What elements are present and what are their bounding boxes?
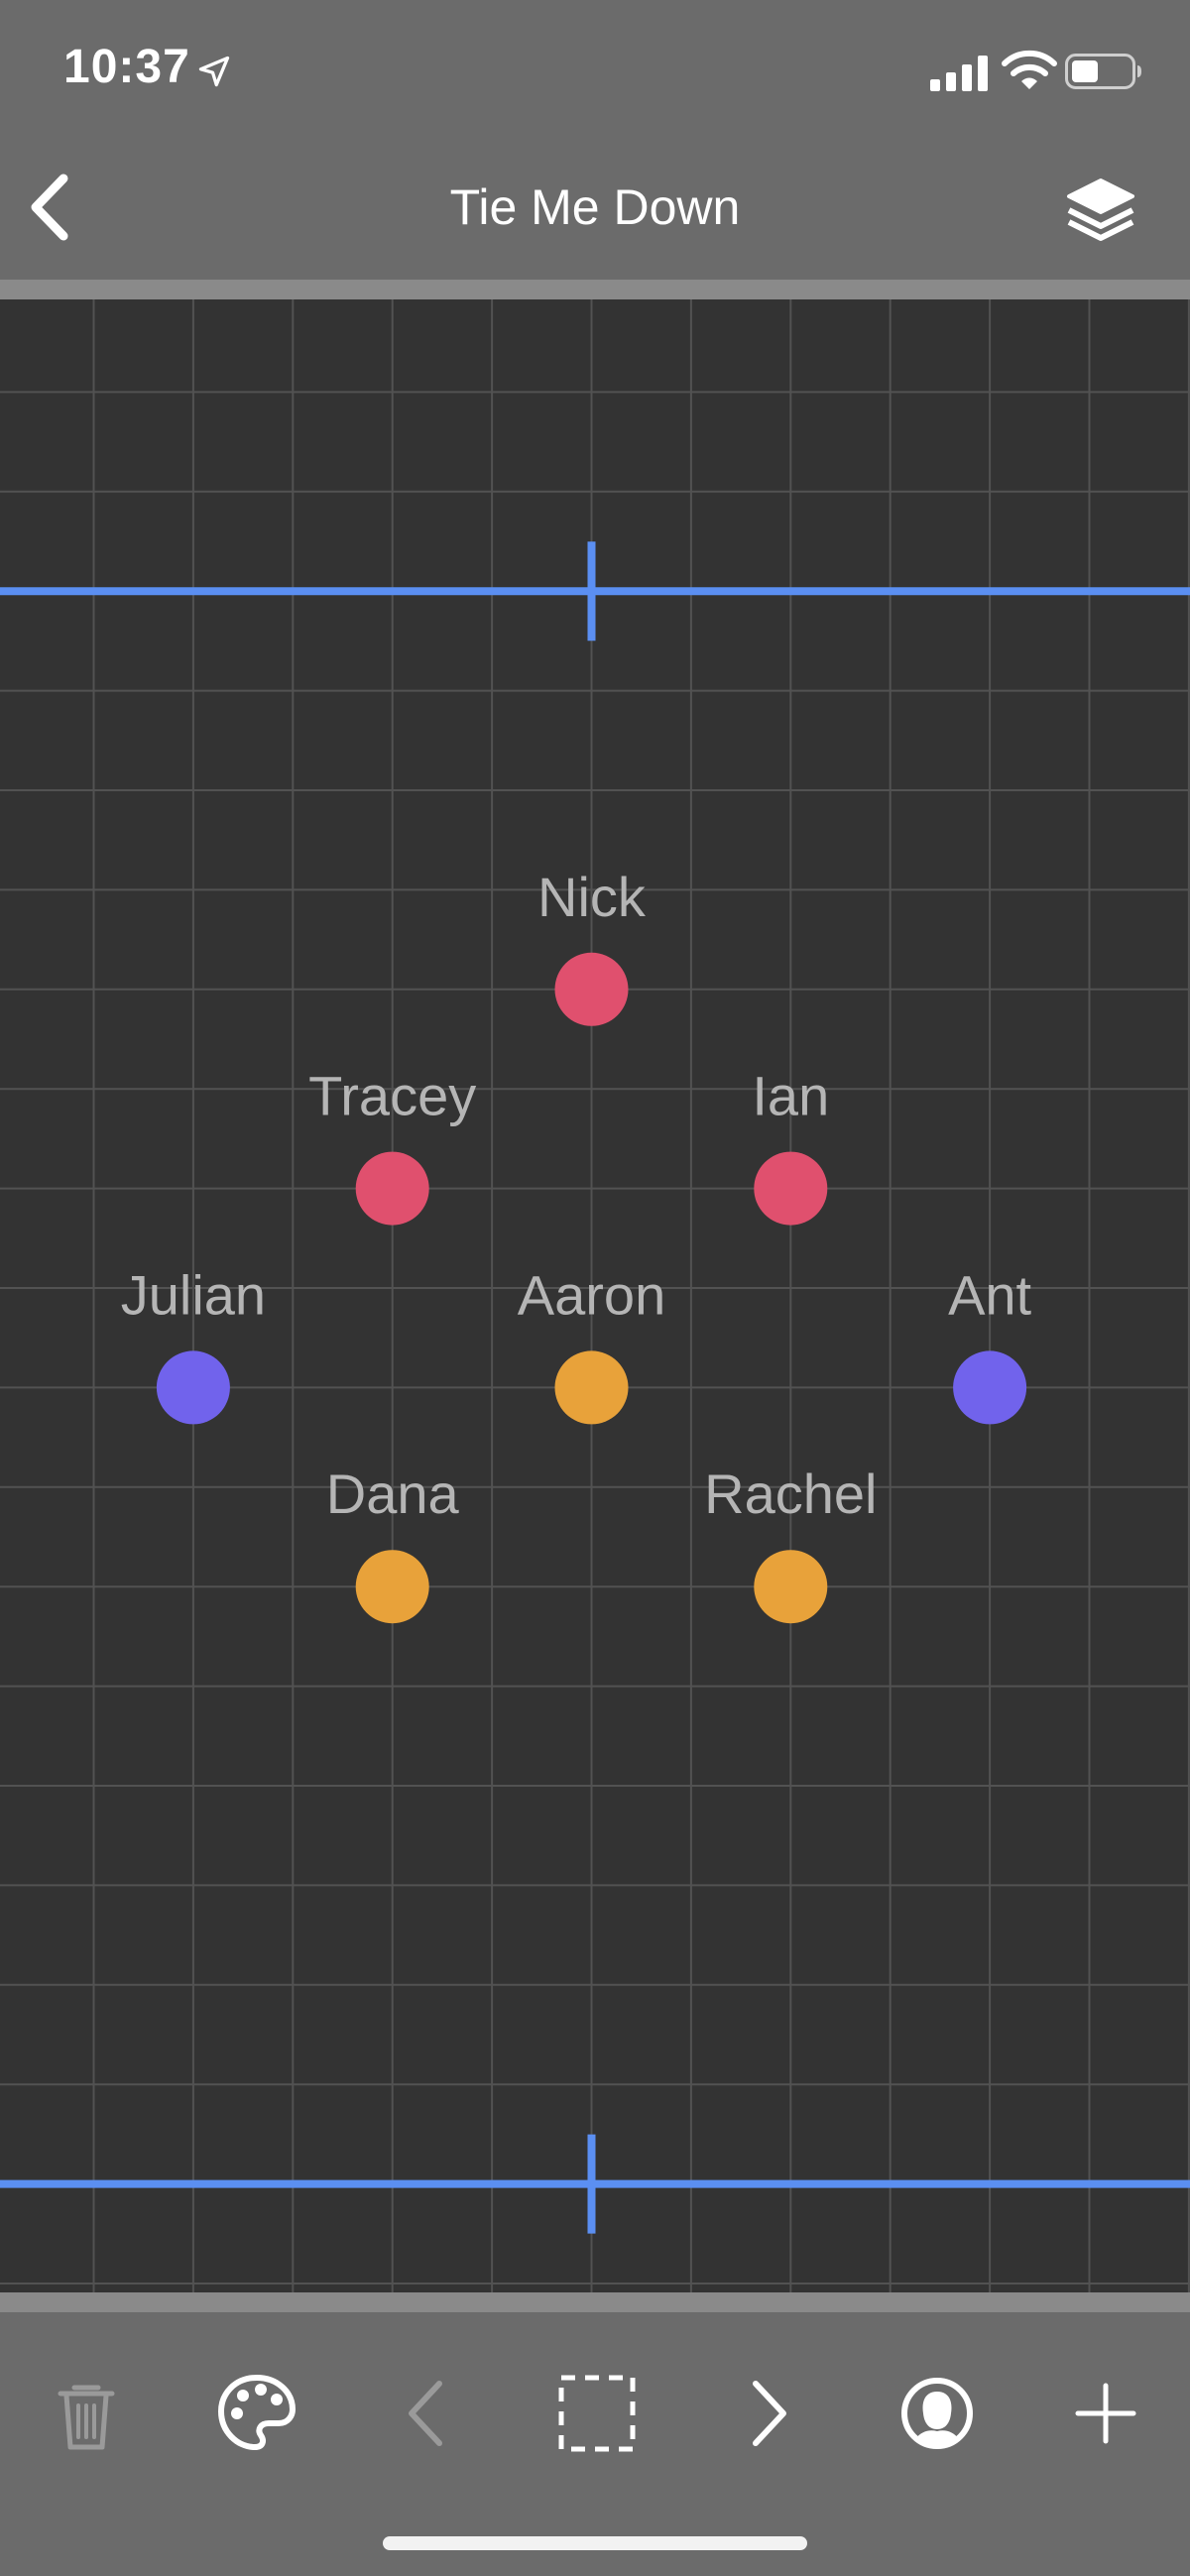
performer-dot[interactable] — [754, 1550, 828, 1624]
bottom-separator — [0, 2292, 1190, 2312]
previous-chevron-icon — [409, 2381, 442, 2446]
navigation-bar: Tie Me Down — [0, 139, 1190, 280]
top-separator — [0, 280, 1190, 299]
performer-label: Nick — [537, 866, 647, 928]
add-performer-button[interactable] — [1056, 2364, 1155, 2463]
status-bar: 10:37 — [0, 0, 1190, 139]
previous-formation-button[interactable] — [378, 2364, 477, 2463]
performer-dot[interactable] — [754, 1151, 828, 1226]
performer-face-icon — [901, 2378, 973, 2449]
trash-icon — [58, 2385, 115, 2450]
battery-icon — [1065, 54, 1141, 89]
layers-icon — [1067, 178, 1134, 241]
select-area-button[interactable] — [547, 2364, 647, 2463]
add-plus-icon — [1075, 2383, 1136, 2444]
performer-label: Julian — [121, 1263, 266, 1326]
page-title: Tie Me Down — [449, 179, 741, 235]
wifi-icon — [1002, 50, 1057, 89]
location-arrow-icon — [198, 56, 230, 87]
cellular-signal-icon — [930, 56, 988, 91]
selection-box-icon — [558, 2375, 636, 2452]
performer-label: Tracey — [308, 1065, 476, 1127]
performer-dot[interactable] — [554, 1350, 629, 1425]
performer-dot[interactable] — [554, 952, 629, 1026]
performer-dot[interactable] — [355, 1550, 429, 1624]
performers-button[interactable] — [888, 2364, 987, 2463]
performer-dot[interactable] — [355, 1151, 429, 1226]
status-time: 10:37 — [63, 41, 190, 93]
performer-label: Ant — [948, 1263, 1031, 1326]
performer-label: Ian — [752, 1065, 829, 1127]
stage-grid[interactable]: Nick Tracey Ian Julian Aaron Ant Dana Rachel — [0, 299, 1190, 2292]
next-formation-button[interactable] — [718, 2364, 817, 2463]
palette-icon — [218, 2375, 296, 2450]
performer-label: Aaron — [518, 1263, 665, 1326]
layers-button[interactable] — [1061, 171, 1140, 250]
next-chevron-icon — [753, 2381, 786, 2446]
delete-button[interactable] — [37, 2364, 136, 2463]
performer-label: Dana — [326, 1463, 460, 1525]
performer-dot[interactable] — [953, 1350, 1027, 1425]
color-palette-button[interactable] — [207, 2364, 306, 2463]
performer-dot[interactable] — [156, 1350, 230, 1425]
performer-label: Rachel — [704, 1463, 877, 1525]
stage-canvas[interactable]: Nick Tracey Ian Julian Aaron Ant Dana Rachel — [0, 299, 1190, 2292]
home-indicator[interactable] — [383, 2536, 807, 2550]
